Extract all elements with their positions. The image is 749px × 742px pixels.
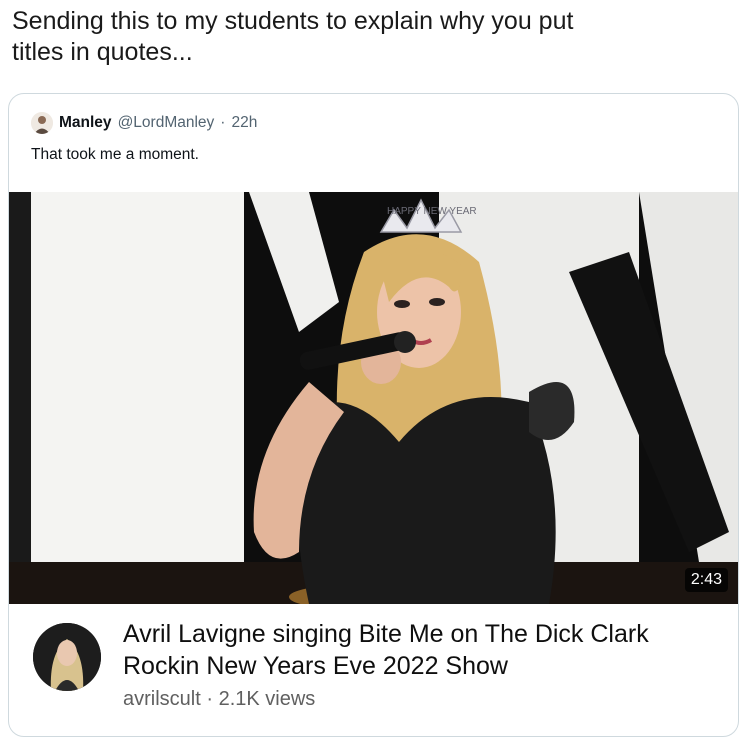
quoted-author-name[interactable]: Manley xyxy=(59,114,112,132)
quoted-tweet-card[interactable]: Manley @LordManley · 22h That took me a … xyxy=(8,93,739,737)
quoted-tweet-text: That took me a moment. xyxy=(31,146,199,163)
channel-name[interactable]: avrilscult xyxy=(123,688,201,710)
channel-avatar[interactable] xyxy=(33,623,101,691)
separator-dot: · xyxy=(220,114,226,131)
video-meta: avrilscult · 2.1K views xyxy=(123,688,315,711)
view-count: 2.1K views xyxy=(218,688,316,710)
person-avatar-icon[interactable] xyxy=(31,112,53,134)
video-title[interactable]: Avril Lavigne singing Bite Me on The Dic… xyxy=(123,618,713,682)
video-thumbnail[interactable]: HAPPY NEW YEAR 2:43 xyxy=(9,192,738,604)
quoted-author-handle[interactable]: @LordManley xyxy=(118,114,215,132)
tweet-text: Sending this to my students to explain w… xyxy=(12,7,574,66)
performer-scene: HAPPY NEW YEAR xyxy=(9,192,738,604)
crown-text: HAPPY NEW YEAR xyxy=(387,206,477,217)
quoted-timestamp[interactable]: 22h xyxy=(231,114,257,132)
separator-dot: · xyxy=(206,688,214,710)
video-info[interactable]: Avril Lavigne singing Bite Me on The Dic… xyxy=(9,604,738,736)
video-duration-badge: 2:43 xyxy=(684,568,728,592)
quoted-tweet-header: Manley @LordManley · 22h xyxy=(31,112,257,134)
